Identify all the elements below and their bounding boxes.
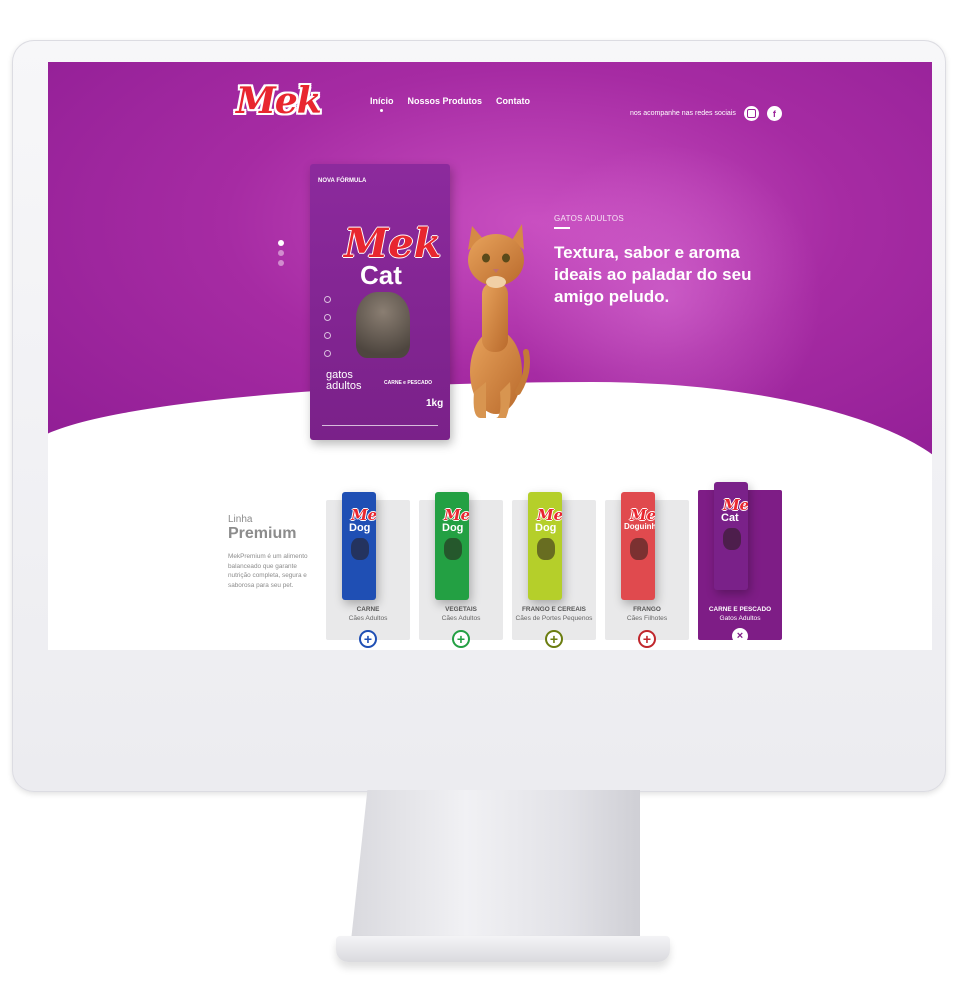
main-nav: Início Nossos Produtos Contato (370, 96, 530, 112)
product-title: FRANGO (633, 606, 661, 613)
bag-badge: NOVA FÓRMULA (318, 178, 367, 184)
premium-description: MekPremium é um alimento balanceado que … (228, 553, 308, 589)
product-title: CARNE E PESCADO (708, 606, 772, 613)
product-card[interactable]: MekDog VEGETAIS Cães Adultos + (419, 492, 503, 648)
pet-photo (537, 538, 555, 560)
bag-subtitle: gatos adultos (326, 369, 362, 392)
product-card[interactable]: MekDog FRANGO E CEREAIS Cães de Portes Peq… (512, 492, 596, 648)
product-subtitle: Gatos Adultos (719, 615, 761, 622)
bag-kind: Cat (360, 260, 402, 290)
product-bag: MekDog (435, 492, 469, 600)
social-links: nos acompanhe nas redes sociais f (630, 106, 782, 121)
instagram-icon[interactable] (743, 106, 759, 121)
hero-headline: Textura, sabor e aroma ideais ao paladar… (554, 243, 752, 306)
nav-contato[interactable]: Contato (496, 96, 530, 106)
kicker-underline (554, 227, 570, 229)
product-bag: MekDoguinho (621, 492, 655, 600)
pet-photo (351, 538, 369, 560)
bag-divider (322, 425, 438, 426)
product-card[interactable]: MekDoguinho FRANGO Cães Filhotes + (605, 492, 689, 648)
cat-photo (356, 292, 410, 358)
product-title: CARNE (356, 606, 380, 613)
brand-logo[interactable]: Mek (236, 80, 322, 124)
product-title: VEGETAIS (445, 606, 477, 613)
product-title: FRANGO E CEREAIS (522, 606, 586, 613)
bag-kind: Cat (721, 512, 739, 524)
plus-icon[interactable]: + (638, 630, 656, 648)
social-label: nos acompanhe nas redes sociais (630, 110, 736, 117)
product-card[interactable]: MekCat CARNE E PESCADO Gatos Adultos × (698, 482, 782, 644)
pet-photo (444, 538, 462, 560)
nav-nossos-produtos[interactable]: Nossos Produtos (408, 96, 483, 106)
plus-icon[interactable]: + (452, 630, 470, 648)
monitor-base (336, 936, 670, 962)
pet-photo (723, 528, 741, 550)
bag-weight: 1kg (426, 398, 444, 409)
plus-icon[interactable]: + (359, 630, 377, 648)
facebook-icon[interactable]: f (766, 106, 782, 121)
mockup-stage: Mek Início Nossos Produtos Contato nos a… (0, 0, 968, 1000)
premium-label-big: Premium (228, 525, 297, 542)
website-screen: Mek Início Nossos Produtos Contato nos a… (48, 62, 932, 650)
close-icon[interactable]: × (732, 628, 748, 644)
product-bag: MekDog (528, 492, 562, 600)
product-bag: MekCat (714, 482, 748, 590)
cat-image (468, 224, 530, 418)
bag-kind: Dog (535, 522, 557, 534)
product-subtitle: Cães Filhotes (626, 615, 668, 622)
product-bag: MekDog (342, 492, 376, 600)
monitor-stand (350, 790, 640, 950)
product-subtitle: Cães Adultos (441, 615, 481, 622)
slider-dot[interactable] (278, 250, 284, 256)
slider-dots (278, 240, 284, 266)
bag-kind: Doguinho (624, 522, 655, 531)
plus-icon[interactable]: + (545, 630, 563, 648)
hero-kicker: GATOS ADULTOS (554, 214, 624, 223)
product-subtitle: Cães de Portes Pequenos (515, 615, 593, 622)
slider-dot[interactable] (278, 240, 284, 246)
nav-inicio[interactable]: Início (370, 96, 394, 112)
pet-photo (630, 538, 648, 560)
hero-product-bag: NOVA FÓRMULA Mek Cat gatos adultos CARNE… (310, 164, 450, 440)
premium-label-small: Linha (228, 514, 253, 525)
bag-kind: Dog (442, 522, 464, 534)
product-subtitle: Cães Adultos (348, 615, 388, 622)
logo-text: Mek (236, 80, 322, 122)
product-card[interactable]: MekDog CARNE Cães Adultos + (326, 492, 410, 648)
bag-flavor: CARNE e PESCADO (384, 380, 433, 386)
bag-kind: Dog (349, 522, 371, 534)
slider-dot[interactable] (278, 260, 284, 266)
